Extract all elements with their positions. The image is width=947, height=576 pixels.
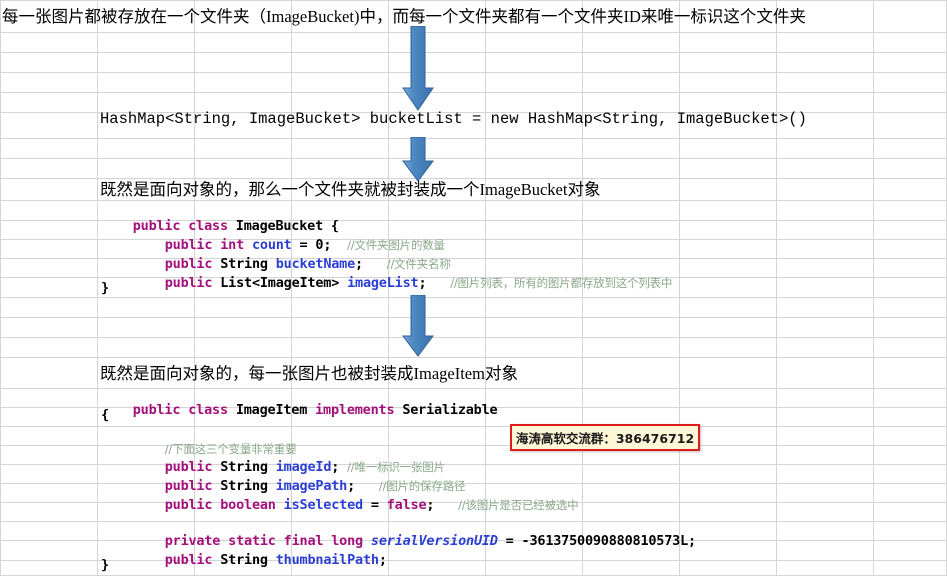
keyword-class: class bbox=[188, 401, 228, 418]
interface-serializable: Serializable bbox=[402, 401, 498, 418]
keyword-public: public bbox=[132, 401, 181, 418]
field-thumbnailpath: thumbnailPath bbox=[275, 551, 379, 568]
field-serialversionuid: serialVersionUID bbox=[370, 532, 498, 549]
heading-line-3: 既然是面向对象的，那么一个文件夹就被封装成一个ImageBucket对象 bbox=[100, 180, 601, 199]
comment-isselected: //该图片是否已经被选中 bbox=[458, 497, 579, 512]
qq-group-callout: 海涛高软交流群：386476712 bbox=[510, 424, 700, 451]
spreadsheet-canvas[interactable]: 每一张图片都被存放在一个文件夹（ImageBucket)中，而每一个文件夹都有一… bbox=[0, 0, 947, 576]
serialversionuid-value: = -3613750090880810573L; bbox=[497, 532, 696, 549]
keyword-public: public bbox=[164, 274, 213, 291]
down-arrow-3 bbox=[402, 295, 434, 357]
code-bucket-close-brace: } bbox=[101, 280, 109, 296]
keyword-public: public bbox=[164, 496, 213, 513]
code-item-open-brace: { bbox=[101, 407, 109, 423]
code-item-line-7: public String thumbnailPath; bbox=[133, 540, 387, 576]
keyword-boolean: boolean bbox=[220, 496, 276, 513]
down-arrow-1 bbox=[402, 26, 434, 111]
keyword-public: public bbox=[164, 551, 213, 568]
field-imagelist: imageList bbox=[347, 274, 419, 291]
field-isselected: isSelected bbox=[283, 496, 363, 513]
code-item-line-1: public class ImageItem implements Serial… bbox=[101, 390, 498, 431]
heading-line-4: 既然是面向对象的，每一张图片也被封装成ImageItem对象 bbox=[100, 364, 518, 383]
comment-imagelist: //图片列表，所有的图片都存放到这个列表中 bbox=[450, 275, 673, 290]
code-item-close-brace: } bbox=[101, 557, 109, 573]
class-name-imageitem: ImageItem bbox=[235, 401, 308, 418]
hashmap-declaration: HashMap<String, ImageBucket> bucketList … bbox=[100, 110, 807, 128]
code-item-line-5: public boolean isSelected = false; //该图片… bbox=[133, 485, 579, 526]
heading-line-1: 每一张图片都被存放在一个文件夹（ImageBucket)中，而每一个文件夹都有一… bbox=[2, 7, 806, 26]
keyword-false: false bbox=[386, 496, 427, 513]
assign-op: = bbox=[362, 496, 387, 513]
keyword-implements: implements bbox=[315, 401, 395, 418]
type-string: String bbox=[220, 551, 268, 568]
down-arrow-2 bbox=[402, 137, 434, 182]
type-list-imageitem: List<ImageItem> bbox=[220, 274, 340, 291]
qq-group-text: 海涛高软交流群：386476712 bbox=[515, 431, 695, 446]
semicolon: ; bbox=[378, 551, 387, 568]
